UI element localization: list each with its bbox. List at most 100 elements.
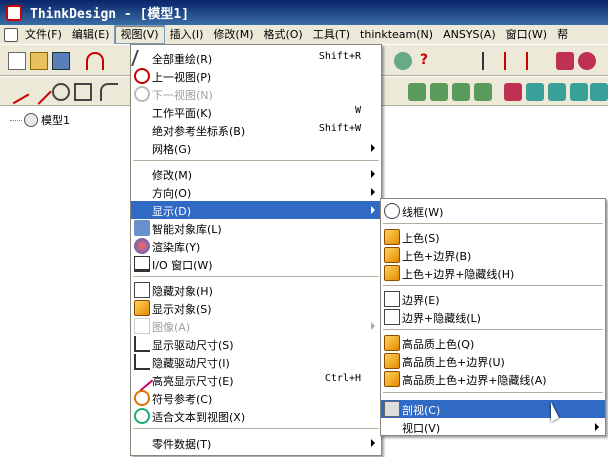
menu-separator [133,276,379,277]
menu-insert[interactable]: 插入(I) [165,26,209,43]
menu-separator [383,223,603,224]
submenu-arrow-icon [595,423,599,431]
menu-item-hide-driving-dim[interactable]: 隐藏驱动尺寸(I) [131,353,381,371]
submenu-arrow-icon [371,170,375,178]
submenu-item-hq-shaded-edges[interactable]: 高品质上色+边界(U) [381,352,605,370]
select-arrow-icon[interactable] [482,52,500,70]
menu-item-hide-object[interactable]: 隐藏对象(H) [131,281,381,299]
window-title: ThinkDesign - [模型1] [30,7,190,22]
previous-view-icon [134,68,150,84]
section-view-icon [384,401,400,417]
show-driving-dimension-icon [134,336,150,352]
feature-red-icon[interactable] [504,83,522,101]
feature-teal-3-icon[interactable] [570,83,588,101]
menu-item-orientation[interactable]: 方向(O) [131,183,381,201]
next-view-icon [134,86,150,102]
menu-item-display[interactable]: 显示(D) [131,201,381,219]
menu-file[interactable]: 文件(F) [20,26,67,43]
menu-item-absolute-ref[interactable]: 绝对参考坐标系(B) Shift+W [131,121,381,139]
menu-item-image[interactable]: 图像(A) [131,317,381,335]
menu-separator [133,428,379,429]
hide-object-icon [134,282,150,298]
help-icon[interactable]: ? [420,52,438,70]
menu-item-next-view[interactable]: 下一视图(N) [131,85,381,103]
render-library-icon [134,238,150,254]
submenu-item-section-view[interactable]: 剖视(C) [381,400,605,418]
menu-item-grid[interactable]: 网格(G) [131,139,381,157]
app-icon [6,4,22,21]
menu-item-show-object[interactable]: 显示对象(S) [131,299,381,317]
submenu-item-edges[interactable]: 边界(E) [381,290,605,308]
menu-item-part-data[interactable]: 零件数据(T) [131,434,381,452]
menu-item-work-plane[interactable]: 工作平面(K) W [131,103,381,121]
io-window-icon [134,256,150,272]
solid-red-icon[interactable] [556,52,574,70]
edges-icon [384,291,400,307]
sweep-icon[interactable] [452,83,470,101]
rectangle-icon[interactable] [74,83,92,101]
menu-tools[interactable]: 工具(T) [308,26,355,43]
submenu-item-shaded-edges[interactable]: 上色+边界(B) [381,246,605,264]
menu-item-fit-text[interactable]: 适合文本到视图(X) [131,407,381,425]
solid-query-icon[interactable] [578,52,596,70]
menu-item-modify[interactable]: 修改(M) [131,165,381,183]
menu-item-symbol-ref[interactable]: 符号参考(C) [131,389,381,407]
symbol-reference-icon [134,390,150,406]
open-file-icon[interactable] [30,52,48,70]
menu-item-render-library[interactable]: 渲染库(Y) [131,237,381,255]
select-filter-icon[interactable] [526,52,544,70]
submenu-item-shaded-edges-hidden[interactable]: 上色+边界+隐藏线(H) [381,264,605,282]
menu-item-show-driving-dim[interactable]: 显示驱动尺寸(S) [131,335,381,353]
title-bar: ThinkDesign - [模型1] [0,0,608,25]
view-menu: 全部重绘(R) Shift+R 上一视图(P) 下一视图(N) 工作平面(K) … [130,44,382,456]
feature-teal-4-icon[interactable] [590,83,608,101]
menu-separator [383,285,603,286]
menu-bar: 文件(F) 编辑(E) 视图(V) 插入(I) 修改(M) 格式(O) 工具(T… [0,25,608,44]
menu-item-previous-view[interactable]: 上一视图(P) [131,67,381,85]
submenu-arrow-icon [371,322,375,330]
globe-icon[interactable] [394,52,412,70]
menu-window[interactable]: 窗口(W) [501,26,552,43]
submenu-item-wireframe[interactable]: 线框(W) [381,202,605,220]
line-icon[interactable] [26,79,52,105]
menu-ansys[interactable]: ANSYS(A) [438,26,501,43]
new-file-icon[interactable] [8,52,26,70]
tree-root[interactable]: 模型1 [10,112,70,128]
menu-separator [383,392,603,393]
redraw-icon [131,50,153,66]
submenu-arrow-icon [371,439,375,447]
select-red-icon[interactable] [504,52,522,70]
document-icon[interactable] [4,27,18,42]
submenu-arrow-icon [371,144,375,152]
revolve-icon[interactable] [430,83,448,101]
menu-edit[interactable]: 编辑(E) [67,26,115,43]
menu-help[interactable]: 帮 [552,26,573,43]
submenu-item-hq-shaded-edges-hidden[interactable]: 高品质上色+边界+隐藏线(A) [381,370,605,388]
fit-text-to-view-icon [134,408,150,424]
hide-driving-dimension-icon [134,354,150,370]
tree-root-label: 模型1 [41,114,70,127]
submenu-item-shaded[interactable]: 上色(S) [381,228,605,246]
mouse-cursor-icon [551,402,559,422]
extrude-icon[interactable] [408,83,426,101]
loft-icon[interactable] [474,83,492,101]
model-icon [24,113,38,127]
feature-teal-1-icon[interactable] [526,83,544,101]
save-icon[interactable] [52,52,70,70]
menu-modify[interactable]: 修改(M) [208,26,258,43]
feature-teal-2-icon[interactable] [548,83,566,101]
submenu-item-edges-hidden[interactable]: 边界+隐藏线(L) [381,308,605,326]
shaded-edges-icon [384,247,400,263]
menu-format[interactable]: 格式(O) [258,26,307,43]
menu-item-smart-object-library[interactable]: 智能对象库(L) [131,219,381,237]
submenu-item-hq-shaded[interactable]: 高品质上色(Q) [381,334,605,352]
menu-thinkteam[interactable]: thinkteam(N) [355,26,438,43]
menu-item-highlight-dim[interactable]: 高亮显示尺寸(E) Ctrl+H [130,368,381,392]
circle-icon[interactable] [52,83,70,101]
submenu-item-viewport[interactable]: 视口(V) [381,418,605,436]
menu-item-redraw-all[interactable]: 全部重绘(R) Shift+R [131,49,381,67]
menu-item-io-window[interactable]: I/O 窗口(W) [131,255,381,273]
arc-icon[interactable] [100,83,118,101]
undo-icon[interactable] [86,52,104,70]
menu-view[interactable]: 视图(V) [114,25,165,44]
